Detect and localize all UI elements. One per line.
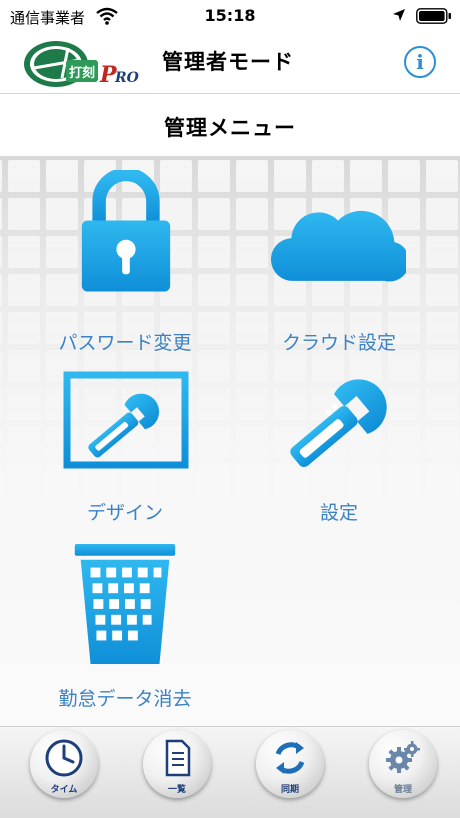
app-logo: 打刻 P RO [24, 41, 140, 88]
menu-title: 管理メニュー [164, 116, 296, 140]
cloud-settings-label: クラウド設定 [281, 332, 396, 354]
cloud-icon [270, 210, 406, 282]
svg-text:打刻: 打刻 [69, 65, 95, 81]
wrench-icon [290, 379, 387, 468]
document-icon [165, 739, 191, 777]
cloud-settings-button[interactable]: クラウド設定 [254, 170, 424, 360]
sync-icon [275, 742, 305, 774]
clock-icon [45, 739, 83, 777]
erase-attendance-data-label: 勤怠データ消去 [58, 688, 192, 710]
settings-label: 設定 [319, 502, 358, 524]
password-change-label: パスワード変更 [58, 332, 192, 354]
toolbar-list-button[interactable]: 一覧 [143, 730, 211, 798]
design-label: デザイン [86, 502, 163, 524]
app-header: 打刻 P RO 管理者モード i [0, 32, 460, 94]
design-icon [63, 371, 189, 469]
menu-title-bar: 管理メニュー [0, 95, 460, 156]
password-change-button[interactable]: パスワード変更 [40, 170, 210, 360]
design-button[interactable]: デザイン [40, 366, 210, 526]
battery-icon [416, 8, 451, 24]
location-arrow-icon [393, 9, 405, 21]
svg-text:RO: RO [114, 70, 140, 86]
toolbar-admin-button[interactable]: 管理 [369, 730, 437, 798]
status-bar: 通信事業者 15:18 [0, 0, 460, 32]
bottom-toolbar: タイム 一覧 同期 管理 [0, 726, 460, 818]
info-button[interactable]: i [404, 46, 436, 78]
erase-attendance-data-button[interactable]: 勤怠データ消去 [40, 540, 210, 710]
info-icon: i [416, 50, 424, 74]
gears-icon [386, 741, 420, 773]
menu-area: パスワード変更 クラウド設定 デザイン 設定 勤怠データ消去 [0, 156, 460, 726]
toolbar-time-label: タイム [50, 785, 78, 795]
toolbar-sync-label: 同期 [280, 785, 299, 795]
toolbar-admin-label: 管理 [393, 785, 412, 795]
settings-button[interactable]: 設定 [254, 366, 424, 526]
page-title: 管理者モード [162, 50, 294, 74]
toolbar-list-label: 一覧 [167, 785, 186, 795]
trash-icon [74, 543, 176, 665]
lock-icon [81, 170, 171, 292]
toolbar-time-button[interactable]: タイム [30, 730, 98, 798]
toolbar-sync-button[interactable]: 同期 [256, 730, 324, 798]
clock-time: 15:18 [204, 6, 256, 25]
